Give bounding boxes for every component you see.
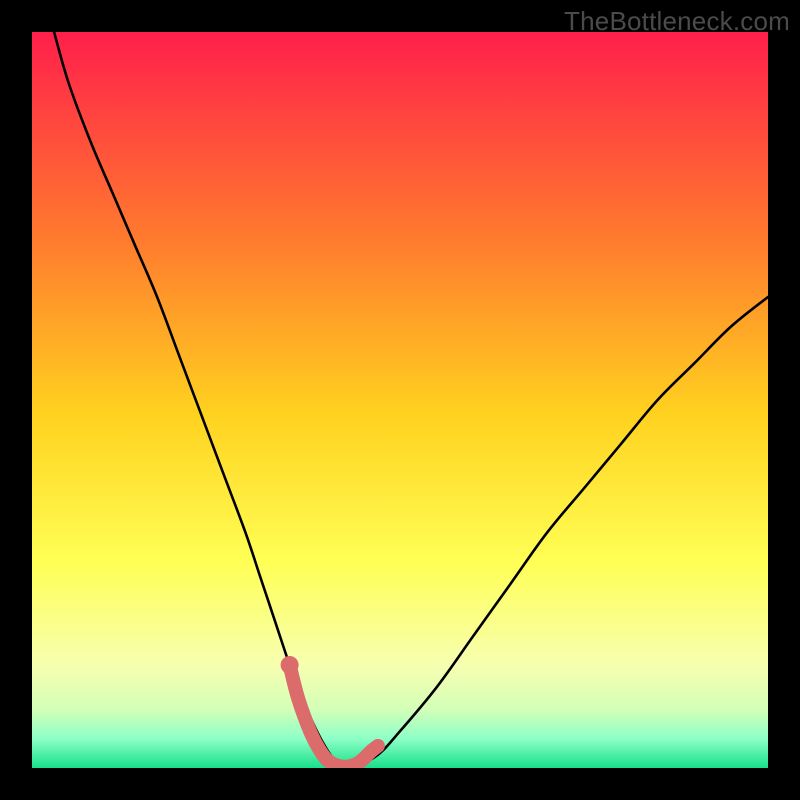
chart-frame: TheBottleneck.com bbox=[0, 0, 800, 800]
chart-svg bbox=[32, 32, 768, 768]
plot-area bbox=[32, 32, 768, 768]
highlight-start-dot bbox=[281, 656, 299, 674]
